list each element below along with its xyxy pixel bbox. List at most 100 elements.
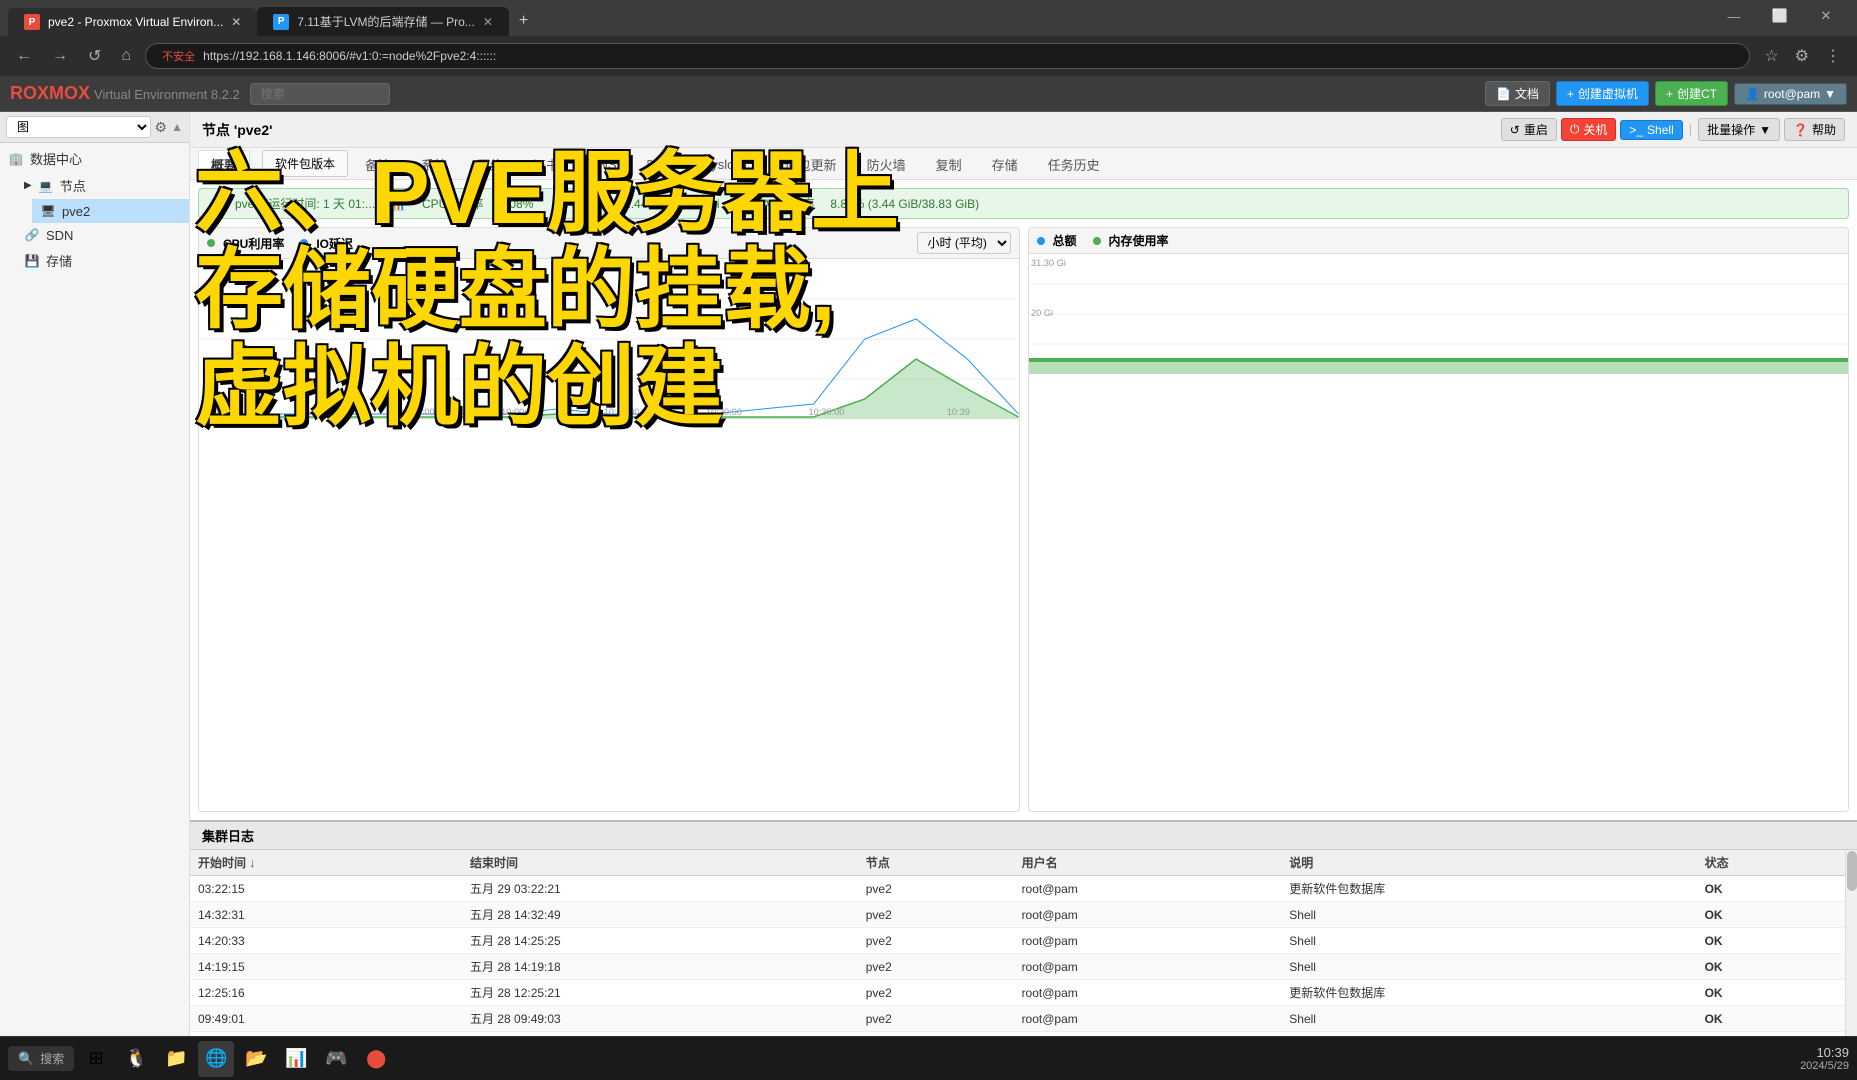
col-end-time[interactable]: 结束时间 [462,850,858,876]
log-cell-node: pve2 [858,928,1014,954]
taskbar-files-icon[interactable]: 📁 [158,1041,194,1077]
log-row-2[interactable]: 14:20:33 五月 28 14:25:25 pve2 root@pam Sh… [190,928,1845,954]
nav-extra-buttons: ☆ ⚙ ⋮ [1758,42,1847,70]
taskbar-browser-icon[interactable]: 🌐 [198,1041,234,1077]
shutdown-button[interactable]: ⏻ 关机 [1561,118,1617,141]
log-row-0[interactable]: 03:22:15 五月 29 03:22:21 pve2 root@pam 更新… [190,876,1845,902]
nav-refresh-button[interactable]: ↺ [82,42,107,70]
time-period-selector[interactable]: 小时 (平均) 天 (平均) 周 (平均) [917,232,1011,254]
browser-tab-active[interactable]: P pve2 - Proxmox Virtual Environ... ✕ [8,8,257,36]
sidebar-item-sdn[interactable]: SDN [16,223,189,247]
svg-text:10:00:00: 10:00:00 [501,407,537,417]
mem-chart-svg: 31.30 Gi 20 Gi [1029,254,1849,374]
tab-syslog[interactable]: Syslog [690,152,755,176]
log-row-3[interactable]: 14:19:15 五月 28 14:19:18 pve2 root@pam Sh… [190,954,1845,980]
sidebar-item-storage[interactable]: 存储 [16,247,189,274]
mem-legend-dot [1093,237,1101,245]
tab-close-2[interactable]: ✕ [483,15,493,29]
bulk-actions-button[interactable]: 批量操作 ▼ [1698,118,1780,141]
tab-time[interactable]: 时间 [634,150,686,178]
extension-button[interactable]: ⚙ [1789,42,1815,70]
time-selector-container: 小时 (平均) 天 (平均) 周 (平均) [917,232,1011,254]
log-row-4[interactable]: 12:25:16 五月 28 12:25:21 pve2 root@pam 更新… [190,980,1845,1006]
swap-value: 8.87% (3.44 GiB/38.83 GiB) [830,197,979,211]
nav-home-button[interactable]: ⌂ [115,43,137,69]
col-start-time[interactable]: 开始时间 ↓ [190,850,462,876]
tab-system[interactable]: 系统 [408,150,460,178]
address-bar[interactable]: 不安全 https://192.168.1.146:8006/#v1:0:=no… [145,43,1750,69]
tab-title-2: 7.11基于LVM的后端存储 — Pro... [297,13,475,30]
taskbar-folder-icon[interactable]: 📂 [238,1041,274,1077]
url-display: https://192.168.1.146:8006/#v1:0:=node%2… [203,49,496,63]
create-ct-button[interactable]: + 创建CT [1655,81,1728,106]
help-button[interactable]: ❓ 帮助 [1784,118,1845,141]
taskbar-linux-icon[interactable]: 🐧 [118,1041,154,1077]
cpu-chart-box: CPU利用率 IO延迟 小时 (平均) 天 (平均) 周 (平均) [198,227,1020,812]
insecure-icon: 不安全 [162,48,195,64]
log-cell-desc: Shell [1281,902,1696,928]
sidebar-node-label: 节点 [60,176,86,195]
shell-button[interactable]: >_ Shell [1620,120,1682,140]
log-cell-end: 五月 28 14:25:25 [462,928,858,954]
new-tab-button[interactable]: + [509,6,538,36]
minimize-button[interactable]: — [1711,0,1757,36]
sidebar-settings-button[interactable]: ⚙ [155,119,168,136]
restore-button[interactable]: ⬜ [1757,0,1803,36]
col-status[interactable]: 状态 [1697,850,1845,876]
log-cell-desc: 更新软件包数据库 [1281,980,1696,1006]
log-cell-user: root@pam [1014,980,1282,1006]
tab-network[interactable]: 网络 [464,150,516,178]
taskbar-time-display: 10:39 [1800,1045,1849,1060]
tab-dns[interactable]: DNS [576,152,629,176]
menu-button[interactable]: ⋮ [1819,42,1847,70]
top-search-input[interactable] [250,83,390,105]
sidebar-item-pve2[interactable]: pve2 [32,199,189,223]
log-cell-node: pve2 [858,980,1014,1006]
mem-chart-box: 总额 内存使用率 [1028,227,1850,812]
col-node[interactable]: 节点 [858,850,1014,876]
log-scroll-thumb[interactable] [1847,851,1857,891]
sidebar-view-dropdown[interactable]: 图 列表 [6,116,151,138]
log-cell-desc: Shell [1281,928,1696,954]
tab-updates[interactable]: 软件包更新 [759,150,850,178]
taskbar-chart-icon[interactable]: 📊 [278,1041,314,1077]
col-user[interactable]: 用户名 [1014,850,1282,876]
taskbar-app2-icon[interactable]: ⬤ [358,1041,394,1077]
node-status-label: pve2 (运行时间: 1 天 01:... [235,195,375,212]
io-chart-title: IO延迟 [316,235,353,252]
create-vm-button[interactable]: + 创建虚拟机 [1556,81,1649,106]
docs-button[interactable]: 📄 文档 [1485,81,1550,106]
close-button[interactable]: ✕ [1803,0,1849,36]
content-area: 图 列表 ⚙ ▲ 数据中心 ▶ 节点 [0,112,1857,1080]
log-row-1[interactable]: 14:32:31 五月 28 14:32:49 pve2 root@pam Sh… [190,902,1845,928]
sidebar-item-datacenter[interactable]: 数据中心 [0,145,189,172]
sdn-icon [24,227,40,243]
sidebar-item-node[interactable]: ▶ 节点 [16,172,189,199]
nav-forward-button[interactable]: → [46,43,74,69]
swap-label: SWAP使用率 [743,195,814,212]
tab-certs[interactable]: 证书 [520,150,572,178]
tab-packages[interactable]: 软件包版本 [262,150,348,177]
nav-back-button[interactable]: ← [10,43,38,69]
tab-replication[interactable]: 复制 [923,150,975,178]
user-menu-button[interactable]: 👤 root@pam ▼ [1734,83,1847,105]
col-desc[interactable]: 说明 [1281,850,1696,876]
log-cell-desc: 更新软件包数据库 [1281,876,1696,902]
browser-tab-2[interactable]: P 7.11基于LVM的后端存储 — Pro... ✕ [257,7,509,36]
tab-summary[interactable]: 概要 [198,150,250,178]
log-cell-end: 五月 28 14:19:18 [462,954,858,980]
taskbar-start-icon[interactable]: ⊞ [78,1041,114,1077]
taskbar-search-icon: 🔍 [18,1051,34,1067]
tab-storage-tab[interactable]: 存储 [979,150,1031,178]
taskbar-search-area[interactable]: 🔍 搜索 [8,1046,74,1071]
restart-button[interactable]: ↺ 重启 [1501,118,1557,141]
tab-close-active[interactable]: ✕ [231,15,241,29]
tab-task-history[interactable]: 任务历史 [1035,150,1113,178]
taskbar-app1-icon[interactable]: 🎮 [318,1041,354,1077]
tab-firewall[interactable]: 防火墙 [854,150,919,178]
bookmark-button[interactable]: ☆ [1758,42,1784,70]
taskbar-right: 10:39 2024/5/29 [1800,1045,1849,1072]
log-cell-end: 五月 29 03:22:21 [462,876,858,902]
log-row-5[interactable]: 09:49:01 五月 28 09:49:03 pve2 root@pam Sh… [190,1006,1845,1032]
tab-notes[interactable]: 备注 [352,150,404,178]
